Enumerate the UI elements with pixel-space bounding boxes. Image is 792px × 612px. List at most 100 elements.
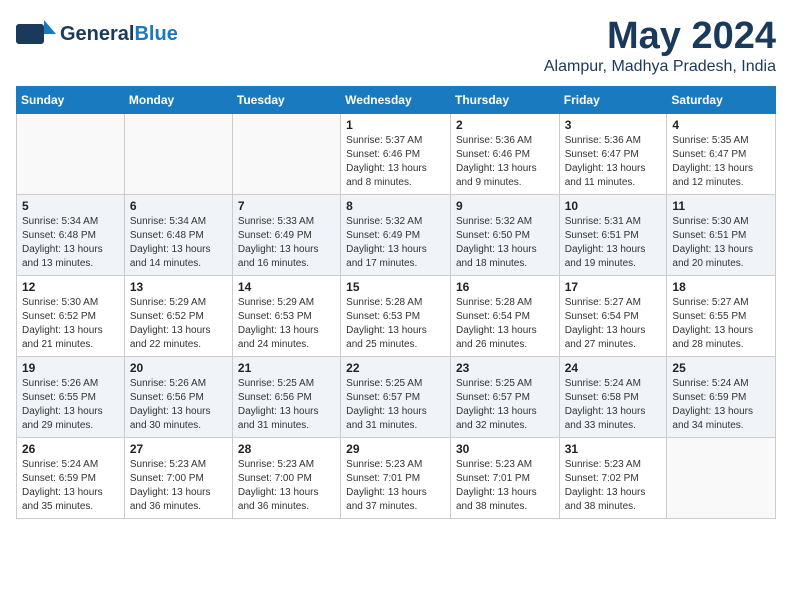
day-number: 13 — [130, 280, 227, 294]
day-number: 2 — [456, 118, 554, 132]
day-info: Sunrise: 5:37 AM Sunset: 6:46 PM Dayligh… — [346, 134, 445, 190]
day-cell: 9 Sunrise: 5:32 AM Sunset: 6:50 PM Daylig… — [450, 194, 559, 275]
day-info: Sunrise: 5:25 AM Sunset: 6:57 PM Dayligh… — [346, 377, 445, 433]
day-info: Sunrise: 5:36 AM Sunset: 6:47 PM Dayligh… — [565, 134, 662, 190]
day-number: 27 — [130, 442, 227, 456]
day-number: 18 — [672, 280, 770, 294]
day-cell: 13 Sunrise: 5:29 AM Sunset: 6:52 PM Dayli… — [124, 275, 232, 356]
day-cell — [17, 113, 125, 194]
day-number: 16 — [456, 280, 554, 294]
day-cell: 14 Sunrise: 5:29 AM Sunset: 6:53 PM Dayli… — [232, 275, 340, 356]
day-info: Sunrise: 5:25 AM Sunset: 6:57 PM Dayligh… — [456, 377, 554, 433]
day-info: Sunrise: 5:36 AM Sunset: 6:46 PM Dayligh… — [456, 134, 554, 190]
day-cell: 21 Sunrise: 5:25 AM Sunset: 6:56 PM Dayli… — [232, 356, 340, 437]
day-number: 23 — [456, 361, 554, 375]
day-info: Sunrise: 5:24 AM Sunset: 6:59 PM Dayligh… — [672, 377, 770, 433]
week-row-1: 1 Sunrise: 5:37 AM Sunset: 6:46 PM Daylig… — [17, 113, 776, 194]
day-cell: 24Sunrise: 5:24 AM Sunset: 6:58 PM Dayli… — [559, 356, 667, 437]
day-number: 17 — [565, 280, 662, 294]
day-cell: 1 Sunrise: 5:37 AM Sunset: 6:46 PM Daylig… — [341, 113, 451, 194]
week-row-2: 5 Sunrise: 5:34 AM Sunset: 6:48 PM Daylig… — [17, 194, 776, 275]
day-cell: 27 Sunrise: 5:23 AM Sunset: 7:00 PM Dayli… — [124, 437, 232, 518]
day-cell: 22 Sunrise: 5:25 AM Sunset: 6:57 PM Dayli… — [341, 356, 451, 437]
day-number: 19 — [22, 361, 119, 375]
day-cell: 11 Sunrise: 5:30 AM Sunset: 6:51 PM Dayli… — [667, 194, 776, 275]
day-number: 29 — [346, 442, 445, 456]
day-cell: 20Sunrise: 5:26 AM Sunset: 6:56 PM Dayli… — [124, 356, 232, 437]
day-cell: 18 Sunrise: 5:27 AM Sunset: 6:55 PM Dayli… — [667, 275, 776, 356]
day-info: Sunrise: 5:34 AM Sunset: 6:48 PM Dayligh… — [22, 215, 119, 271]
day-cell: 8Sunrise: 5:32 AM Sunset: 6:49 PM Daylig… — [341, 194, 451, 275]
location-title: Alampur, Madhya Pradesh, India — [544, 58, 776, 76]
day-info: Sunrise: 5:29 AM Sunset: 6:53 PM Dayligh… — [238, 296, 335, 352]
day-info: Sunrise: 5:23 AM Sunset: 7:01 PM Dayligh… — [346, 458, 445, 514]
day-info: Sunrise: 5:27 AM Sunset: 6:55 PM Dayligh… — [672, 296, 770, 352]
day-number: 24 — [565, 361, 662, 375]
day-number: 9 — [456, 199, 554, 213]
day-info: Sunrise: 5:27 AM Sunset: 6:54 PM Dayligh… — [565, 296, 662, 352]
day-cell: 17 Sunrise: 5:27 AM Sunset: 6:54 PM Dayli… — [559, 275, 667, 356]
day-info: Sunrise: 5:23 AM Sunset: 7:00 PM Dayligh… — [238, 458, 335, 514]
day-cell: 10 Sunrise: 5:31 AM Sunset: 6:51 PM Dayli… — [559, 194, 667, 275]
day-info: Sunrise: 5:32 AM Sunset: 6:50 PM Dayligh… — [456, 215, 554, 271]
day-info: Sunrise: 5:31 AM Sunset: 6:51 PM Dayligh… — [565, 215, 662, 271]
day-info: Sunrise: 5:24 AM Sunset: 6:59 PM Dayligh… — [22, 458, 119, 514]
day-cell: 5 Sunrise: 5:34 AM Sunset: 6:48 PM Daylig… — [17, 194, 125, 275]
day-number: 31 — [565, 442, 662, 456]
day-cell: 2 Sunrise: 5:36 AM Sunset: 6:46 PM Daylig… — [450, 113, 559, 194]
day-number: 3 — [565, 118, 662, 132]
day-number: 12 — [22, 280, 119, 294]
day-info: Sunrise: 5:23 AM Sunset: 7:01 PM Dayligh… — [456, 458, 554, 514]
day-number: 20 — [130, 361, 227, 375]
day-number: 10 — [565, 199, 662, 213]
weekday-monday: Monday — [124, 86, 232, 113]
day-number: 1 — [346, 118, 445, 132]
day-number: 25 — [672, 361, 770, 375]
day-cell: 26Sunrise: 5:24 AM Sunset: 6:59 PM Dayli… — [17, 437, 125, 518]
day-cell: 23 Sunrise: 5:25 AM Sunset: 6:57 PM Dayli… — [450, 356, 559, 437]
day-info: Sunrise: 5:23 AM Sunset: 7:00 PM Dayligh… — [130, 458, 227, 514]
day-number: 11 — [672, 199, 770, 213]
day-cell: 16 Sunrise: 5:28 AM Sunset: 6:54 PM Dayli… — [450, 275, 559, 356]
day-info: Sunrise: 5:29 AM Sunset: 6:52 PM Dayligh… — [130, 296, 227, 352]
day-cell — [667, 437, 776, 518]
logo-icon — [16, 16, 56, 52]
day-number: 4 — [672, 118, 770, 132]
day-info: Sunrise: 5:34 AM Sunset: 6:48 PM Dayligh… — [130, 215, 227, 271]
day-info: Sunrise: 5:35 AM Sunset: 6:47 PM Dayligh… — [672, 134, 770, 190]
logo-general: General — [60, 23, 134, 45]
weekday-header-row: SundayMondayTuesdayWednesdayThursdayFrid… — [17, 86, 776, 113]
day-cell: 7 Sunrise: 5:33 AM Sunset: 6:49 PM Daylig… — [232, 194, 340, 275]
day-cell: 25 Sunrise: 5:24 AM Sunset: 6:59 PM Dayli… — [667, 356, 776, 437]
day-info: Sunrise: 5:32 AM Sunset: 6:49 PM Dayligh… — [346, 215, 445, 271]
day-number: 14 — [238, 280, 335, 294]
day-number: 28 — [238, 442, 335, 456]
day-cell: 15Sunrise: 5:28 AM Sunset: 6:53 PM Dayli… — [341, 275, 451, 356]
day-info: Sunrise: 5:26 AM Sunset: 6:55 PM Dayligh… — [22, 377, 119, 433]
day-info: Sunrise: 5:23 AM Sunset: 7:02 PM Dayligh… — [565, 458, 662, 514]
day-number: 5 — [22, 199, 119, 213]
day-info: Sunrise: 5:28 AM Sunset: 6:53 PM Dayligh… — [346, 296, 445, 352]
day-number: 7 — [238, 199, 335, 213]
day-cell — [124, 113, 232, 194]
weekday-sunday: Sunday — [17, 86, 125, 113]
day-cell: 6 Sunrise: 5:34 AM Sunset: 6:48 PM Daylig… — [124, 194, 232, 275]
day-info: Sunrise: 5:30 AM Sunset: 6:51 PM Dayligh… — [672, 215, 770, 271]
day-info: Sunrise: 5:28 AM Sunset: 6:54 PM Dayligh… — [456, 296, 554, 352]
day-info: Sunrise: 5:25 AM Sunset: 6:56 PM Dayligh… — [238, 377, 335, 433]
page-header: GeneralBlue May 2024 Alampur, Madhya Pra… — [16, 16, 776, 76]
logo: GeneralBlue — [16, 16, 178, 52]
week-row-3: 12Sunrise: 5:30 AM Sunset: 6:52 PM Dayli… — [17, 275, 776, 356]
day-number: 21 — [238, 361, 335, 375]
day-cell: 29 Sunrise: 5:23 AM Sunset: 7:01 PM Dayli… — [341, 437, 451, 518]
day-cell: 30Sunrise: 5:23 AM Sunset: 7:01 PM Dayli… — [450, 437, 559, 518]
day-number: 6 — [130, 199, 227, 213]
day-cell: 19 Sunrise: 5:26 AM Sunset: 6:55 PM Dayli… — [17, 356, 125, 437]
day-cell: 31 Sunrise: 5:23 AM Sunset: 7:02 PM Dayli… — [559, 437, 667, 518]
weekday-friday: Friday — [559, 86, 667, 113]
day-info: Sunrise: 5:33 AM Sunset: 6:49 PM Dayligh… — [238, 215, 335, 271]
day-cell — [232, 113, 340, 194]
week-row-5: 26Sunrise: 5:24 AM Sunset: 6:59 PM Dayli… — [17, 437, 776, 518]
day-number: 22 — [346, 361, 445, 375]
day-cell: 12Sunrise: 5:30 AM Sunset: 6:52 PM Dayli… — [17, 275, 125, 356]
